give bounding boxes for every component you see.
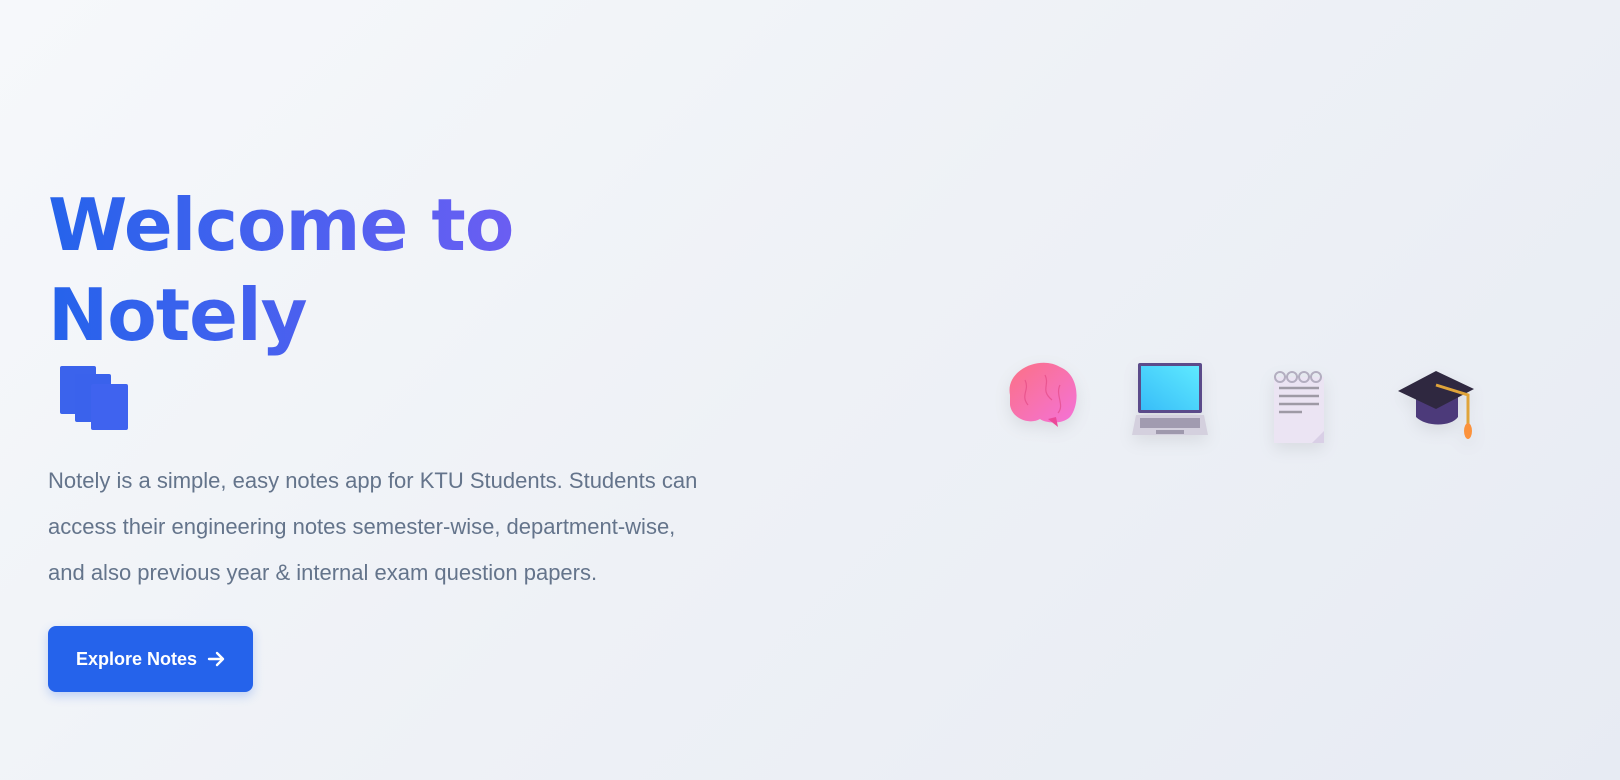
explore-notes-label: Explore Notes xyxy=(76,648,198,669)
page-title: Welcome to Notely xyxy=(48,180,728,360)
illustration-row xyxy=(1000,355,1476,455)
hero-description: Notely is a simple, easy notes app for K… xyxy=(48,468,698,585)
notepad-icon xyxy=(1274,371,1324,443)
arrow-right-icon xyxy=(207,651,225,667)
hero-section: Welcome to Notely Notely is a simple, ea… xyxy=(48,180,728,692)
graduation-cap-icon xyxy=(1398,371,1474,439)
brain-icon xyxy=(1009,362,1077,427)
stacked-pages-icon xyxy=(60,366,128,430)
laptop-icon xyxy=(1132,363,1208,435)
explore-notes-button[interactable]: Explore Notes xyxy=(48,626,254,692)
